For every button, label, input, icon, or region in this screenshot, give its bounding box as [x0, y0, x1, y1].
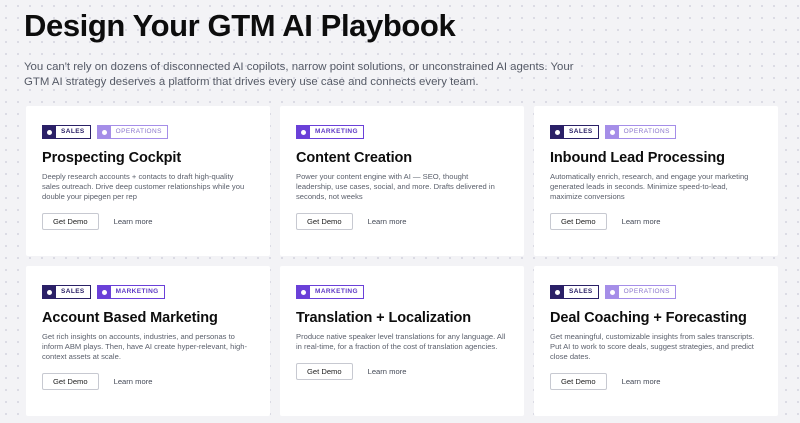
get-demo-button[interactable]: Get Demo	[550, 213, 607, 230]
get-demo-button[interactable]: Get Demo	[42, 373, 99, 390]
card-inbound-lead-processing: SALES OPERATIONS Inbound Lead Processing…	[534, 106, 778, 256]
card-tags: SALES MARKETING	[42, 285, 254, 299]
tag-marketing: MARKETING	[96, 285, 165, 299]
tag-label: OPERATIONS	[115, 128, 162, 135]
tag-dot-icon	[297, 286, 310, 298]
tag-dot-icon	[605, 126, 619, 138]
card-deal-coaching-forecasting: SALES OPERATIONS Deal Coaching + Forecas…	[534, 266, 778, 416]
card-description: Get meaningful, customizable insights fr…	[550, 332, 755, 361]
card-tags: SALES OPERATIONS	[42, 125, 254, 139]
card-actions: Get Demo Learn more	[296, 213, 508, 230]
card-description: Power your content engine with AI — SEO,…	[296, 172, 495, 201]
tag-dot-icon	[97, 286, 111, 298]
card-description: Automatically enrich, research, and enga…	[550, 172, 749, 201]
tag-label: SALES	[569, 128, 593, 135]
tag-dot-icon	[43, 126, 56, 138]
card-tags: SALES OPERATIONS	[550, 125, 762, 139]
tag-label: SALES	[569, 288, 593, 295]
page-subtitle: You can't rely on dozens of disconnected…	[24, 61, 574, 88]
tag-marketing: MARKETING	[296, 125, 364, 139]
card-title: Inbound Lead Processing	[550, 150, 725, 166]
card-translation-localization: MARKETING Translation + Localization Pro…	[280, 266, 524, 416]
card-description: Produce native speaker level translation…	[296, 332, 506, 351]
tag-label: MARKETING	[315, 128, 358, 135]
card-actions: Get Demo Learn more	[42, 373, 254, 390]
get-demo-button[interactable]: Get Demo	[550, 373, 607, 390]
card-actions: Get Demo Learn more	[550, 213, 762, 230]
get-demo-button[interactable]: Get Demo	[42, 213, 99, 230]
tag-operations: OPERATIONS	[604, 285, 676, 299]
learn-more-link[interactable]: Learn more	[368, 217, 407, 226]
card-prospecting-cockpit: SALES OPERATIONS Prospecting Cockpit Dee…	[26, 106, 270, 256]
card-description: Deeply research accounts + contacts to d…	[42, 172, 245, 201]
card-actions: Get Demo Learn more	[42, 213, 254, 230]
card-title: Account Based Marketing	[42, 310, 218, 326]
learn-more-link[interactable]: Learn more	[622, 377, 661, 386]
tag-sales: SALES	[42, 125, 91, 139]
tag-label: SALES	[61, 128, 85, 135]
learn-more-link[interactable]: Learn more	[622, 217, 661, 226]
card-account-based-marketing: SALES MARKETING Account Based Marketing …	[26, 266, 270, 416]
tag-label: OPERATIONS	[623, 288, 670, 295]
tag-dot-icon	[551, 126, 564, 138]
card-title: Content Creation	[296, 150, 413, 166]
tag-sales: SALES	[550, 125, 599, 139]
tag-dot-icon	[97, 126, 111, 138]
learn-more-link[interactable]: Learn more	[114, 377, 153, 386]
tag-label: OPERATIONS	[623, 128, 670, 135]
tag-label: SALES	[61, 288, 85, 295]
tag-operations: OPERATIONS	[604, 125, 676, 139]
tag-dot-icon	[43, 286, 56, 298]
tag-label: MARKETING	[315, 288, 358, 295]
tag-label: MARKETING	[115, 288, 159, 295]
card-tags: SALES OPERATIONS	[550, 285, 762, 299]
card-description: Get rich insights on accounts, industrie…	[42, 332, 247, 361]
get-demo-button[interactable]: Get Demo	[296, 213, 353, 230]
learn-more-link[interactable]: Learn more	[114, 217, 153, 226]
playbook-card-grid: SALES OPERATIONS Prospecting Cockpit Dee…	[26, 106, 778, 416]
card-tags: MARKETING	[296, 125, 508, 139]
tag-sales: SALES	[42, 285, 91, 299]
learn-more-link[interactable]: Learn more	[368, 367, 407, 376]
tag-operations: OPERATIONS	[96, 125, 168, 139]
get-demo-button[interactable]: Get Demo	[296, 363, 353, 380]
tag-dot-icon	[297, 126, 310, 138]
card-actions: Get Demo Learn more	[296, 363, 508, 380]
tag-dot-icon	[551, 286, 564, 298]
card-title: Deal Coaching + Forecasting	[550, 310, 747, 326]
tag-sales: SALES	[550, 285, 599, 299]
card-title: Prospecting Cockpit	[42, 150, 182, 166]
card-tags: MARKETING	[296, 285, 508, 299]
card-content-creation: MARKETING Content Creation Power your co…	[280, 106, 524, 256]
card-actions: Get Demo Learn more	[550, 373, 762, 390]
page-title: Design Your GTM AI Playbook	[24, 8, 456, 43]
tag-marketing: MARKETING	[296, 285, 364, 299]
tag-dot-icon	[605, 286, 619, 298]
card-title: Translation + Localization	[296, 310, 472, 326]
